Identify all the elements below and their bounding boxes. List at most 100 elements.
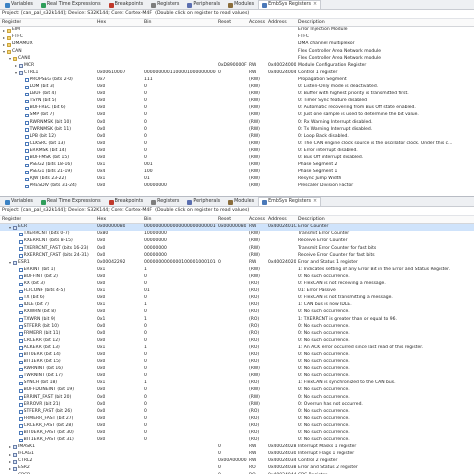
register-row[interactable]: CRCERR (bit 12) 0x0 0 (RO) 0: No such occurr… [0,338,474,345]
register-row[interactable]: ACKERR (bit 13) 0x1 1 (RO) 1: An ACK error o… [0,345,474,352]
register-row[interactable]: RJW (bits 23-22) 0x1 01 (RW) Resync Jump Wid… [0,176,474,183]
register-row[interactable]: TSYN (bit 5) 0x0 0 (RW) 0: Timer Sync featur… [0,98,474,105]
register-row[interactable]: RXERRCNT_FAST (bits 24-31) 0x0 00000000 (RW… [0,252,474,259]
col-reset[interactable]: Reset [218,216,231,224]
register-row[interactable]: ERRMSK (bit 14) 0x0 0 (RW) 0: Error interrup… [0,148,474,155]
register-row[interactable]: RWRNMSK (bit 10) 0x0 0 (RW) 0: Rx Warning In… [0,119,474,126]
register-row[interactable]: RXWRN (bit 8) 0x0 0 (RO) 0: No such occurren… [0,309,474,316]
register-row[interactable]: FRMERR_FAST (bit 27) 0x0 0 (RO) 0: No such o… [0,416,474,423]
col-description[interactable]: Description [298,216,325,224]
col-access[interactable]: Access [249,19,265,27]
register-row[interactable]: CLKSRC (bit 13) 0x0 0 (RW) 0: The CAN engine… [0,141,474,148]
col-hex[interactable]: Hex [97,216,106,224]
register-row[interactable]: SYNCH (bit 18) 0x1 1 (RO) 1: FlexCAN is sync… [0,380,474,387]
register-row[interactable]: RXERRCNT (bits 8-15) 0x0 00000000 (RW) Recei… [0,238,474,245]
register-row[interactable]: ▸ EIM Error Injection Module [0,27,474,34]
register-row[interactable]: TXERRCNT_FAST (bits 16-23) 0x0 00000000 (RW… [0,245,474,252]
register-row[interactable]: PROPSEG (bits 2-0) 0x7 111 (RW) Propagation … [0,77,474,84]
col-bin[interactable]: Bin [144,19,152,27]
collapse-icon[interactable]: ▾ [2,49,6,54]
col-register[interactable]: Register [2,216,21,224]
col-register[interactable]: Register [2,19,21,27]
register-row[interactable]: LOM (bit 3) 0x0 0 (RW) 0: Listen-Only mode i… [0,84,474,91]
tab-variables[interactable]: Variables [1,197,37,206]
col-address[interactable]: Address [268,19,287,27]
register-row[interactable]: ▾ CAN0 Flex Controller Area Network module [0,55,474,62]
collapse-icon[interactable]: ▾ [8,225,12,230]
tab-registers[interactable]: Registers [147,0,183,9]
collapse-icon[interactable]: ▾ [8,56,12,61]
register-row[interactable]: STFERR (bit 10) 0x0 0 (RO) 0: No such occurr… [0,323,474,330]
expand-icon[interactable]: ▸ [14,64,18,68]
register-row[interactable]: ERRINT_FAST (bit 20) 0x0 0 (RW) 0: No such o… [0,394,474,401]
register-row[interactable]: ▸ MCR 0xD890000F RW 0x40024000 Module Configu… [0,62,474,69]
register-row[interactable]: IDLE (bit 7) 0x1 1 (RO) 1: CAN bus is now ID… [0,302,474,309]
register-row[interactable]: ▾ CAN Flex Controller Area Network module [0,48,474,55]
expand-icon[interactable]: ▸ [8,445,12,449]
register-row[interactable]: ERRINT (bit 1) 0x1 1 (RW) 1: Indicates setti… [0,267,474,274]
expand-icon[interactable]: ▸ [8,459,12,464]
tab-modules[interactable]: Modules [224,0,258,9]
register-row[interactable]: BOFFMSK (bit 15) 0x0 0 (RW) 0: Bus Off inter… [0,155,474,162]
col-bin[interactable]: Bin [144,216,152,224]
col-access[interactable]: Access [249,216,265,224]
register-row[interactable]: STFERR_FAST (bit 26) 0x0 0 (RO) 0: No such o… [0,408,474,415]
close-tab-icon[interactable]: × [313,199,317,205]
register-row[interactable]: BOFFINT (bit 2) 0x0 0 (RW) 0: No such occurr… [0,274,474,281]
register-row[interactable]: ▸ ESR2 0 RO 0x40024038 Error and Status 2 reg… [0,465,474,472]
register-row[interactable]: ▸ CTRL2 0x00A00000 RW 0x40024034 Control 2 re… [0,458,474,465]
register-row[interactable]: ▸ IFLAG1 0 RW 0x40024030 Interrupt Flags 1 re… [0,451,474,458]
register-row[interactable]: ▾ CTRL1 0x00610007 000000000110000100000000… [0,70,474,77]
register-row[interactable]: BIT0ERR (bit 14) 0x0 0 (RO) 0: No such occur… [0,352,474,359]
tab-real-time-expressions[interactable]: Real Time Expressions [37,0,105,9]
expand-icon[interactable]: ▸ [8,466,12,471]
register-row[interactable]: RX (bit 3) 0x0 0 (RO) 0: FlexCAN is not rece… [0,281,474,288]
tab-real-time-expressions[interactable]: Real Time Expressions [37,197,105,206]
tab-breakpoints[interactable]: Breakpoints [105,197,148,206]
expand-icon[interactable]: ▸ [2,28,6,33]
tab-peripherals[interactable]: Peripherals [183,197,224,206]
tab-variables[interactable]: Variables [1,0,37,9]
tab-modules[interactable]: Modules [224,197,258,206]
register-row[interactable]: BIT1ERR (bit 15) 0x0 0 (RO) 0: No such occur… [0,359,474,366]
col-reset[interactable]: Reset [218,19,231,27]
register-row[interactable]: TXERRCNT (bits 0-7) 0x80 10000000 (RW) Trans… [0,231,474,238]
register-row[interactable]: BOFFREC (bit 6) 0x0 0 (RW) 0: Automatic reco… [0,105,474,112]
col-description[interactable]: Description [298,19,325,27]
register-row[interactable]: ▸ IMASK1 0 RW 0x40024028 Interrupt Masks 1 re… [0,444,474,451]
tab-embsys-registers[interactable]: EmbSys Registers × [258,197,322,206]
tab-peripherals[interactable]: Peripherals [183,0,224,9]
expand-icon[interactable]: ▸ [2,42,6,47]
register-row[interactable]: RWRNINT (bit 16) 0x0 0 (RW) 0: No such occur… [0,366,474,373]
register-row[interactable]: TWRNMSK (bit 11) 0x0 0 (RW) 0: Tx Warning In… [0,126,474,133]
register-row[interactable]: ▾ ECR 0x00000080 0000000000000000000000001 0… [0,224,474,232]
expand-icon[interactable]: ▸ [2,35,6,40]
register-row[interactable]: FRMERR (bit 11) 0x0 0 (RO) 0: No such occurr… [0,330,474,337]
col-hex[interactable]: Hex [97,19,106,27]
register-row[interactable]: TWRNINT (bit 17) 0x0 0 (RW) 0: No such occur… [0,373,474,380]
register-row[interactable]: ▾ ESR1 0x00042292 0000000000000100001000101… [0,259,474,266]
register-row[interactable]: LBUF (bit 4) 0x0 0 (RW) 0: Buffer with highe… [0,91,474,98]
register-row[interactable]: TXWRN (bit 9) 0x1 1 (RO) 1: TXERRCNT is grea… [0,316,474,323]
register-row[interactable]: BOFFDONEINT (bit 19) 0x0 0 (RW) 0: No such o… [0,387,474,394]
register-row[interactable]: BIT1ERR_FAST (bit 31) 0x0 0 (RO) 0: No such … [0,437,474,444]
close-tab-icon[interactable]: × [313,2,317,8]
register-row[interactable]: SMP (bit 7) 0x0 0 (RW) 0: Just one sample is… [0,112,474,119]
register-row[interactable]: CRCERR_FAST (bit 28) 0x0 0 (RO) 0: No such o… [0,423,474,430]
register-row[interactable]: ▸ DMAMUX DMA channel multiplexor [0,41,474,48]
register-row[interactable]: BIT0ERR_FAST (bit 30) 0x0 0 (RO) 0: No such … [0,430,474,437]
tab-breakpoints[interactable]: Breakpoints [105,0,148,9]
col-address[interactable]: Address [268,216,287,224]
tab-registers[interactable]: Registers [147,197,183,206]
register-row[interactable]: PRESDIV (bits 31-24) 0x0 00000000 (RW) Presc… [0,183,474,190]
register-row[interactable]: TX (bit 6) 0x0 0 (RO) 0: FlexCAN is not tran… [0,295,474,302]
register-row[interactable]: PSEG1 (bits 21-19) 0x4 100 (RW) Phase Segmen… [0,169,474,176]
register-row[interactable]: FLTCONF (bits 4-5) 0x1 01 (RO) 01: Error Pas… [0,288,474,295]
register-row[interactable]: ▸ FTFC FTFC [0,34,474,41]
collapse-icon[interactable]: ▾ [14,71,18,75]
expand-icon[interactable]: ▸ [8,452,12,457]
collapse-icon[interactable]: ▾ [8,261,12,265]
register-row[interactable]: ERROVR (bit 21) 0x0 0 (RW) 0: Overrun has no… [0,401,474,408]
tab-embsys-registers[interactable]: EmbSys Registers × [258,0,322,9]
register-row[interactable]: LPB (bit 12) 0x0 0 (RW) 0: Loop Back disable… [0,133,474,140]
